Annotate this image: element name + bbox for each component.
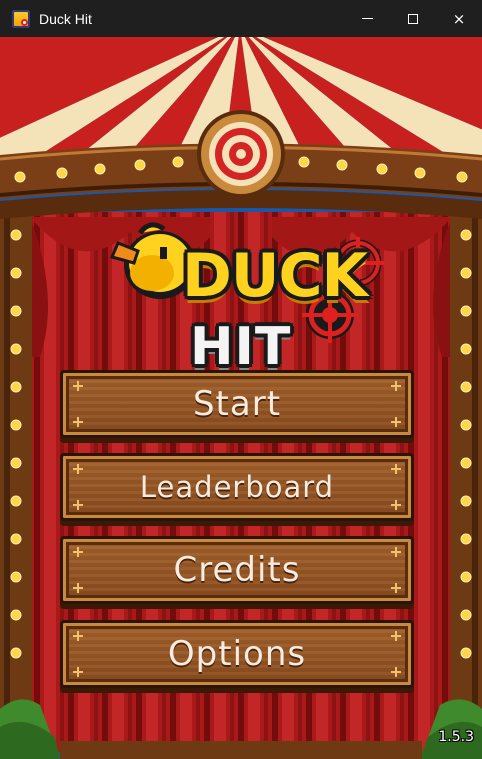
version-label: 1.5.3 <box>438 729 474 745</box>
rivet-icon <box>391 547 401 557</box>
title-bar[interactable]: Duck Hit × <box>0 0 482 37</box>
maximize-button[interactable] <box>390 0 436 37</box>
logo-title-line1: DUCK <box>182 241 368 311</box>
rivet-icon <box>73 547 83 557</box>
rivet-icon <box>73 500 83 510</box>
rivet-icon <box>391 583 401 593</box>
credits-button[interactable]: Credits <box>60 536 414 604</box>
game-canvas: DUCK HIT Start Leaderboard Credits Optio… <box>0 37 482 759</box>
rivet-icon <box>391 667 401 677</box>
window-title: Duck Hit <box>39 10 92 27</box>
maximize-icon <box>408 13 418 24</box>
logo-title-line2: HIT <box>190 317 292 377</box>
rivet-icon <box>391 464 401 474</box>
target-icon <box>197 110 285 198</box>
minimize-icon <box>361 17 373 20</box>
stage-floor <box>60 741 422 759</box>
game-window: Duck Hit × DUCK HIT Start Leaderboard Cr… <box>0 0 482 759</box>
window-controls: × <box>344 0 482 37</box>
rivet-icon <box>73 631 83 641</box>
credits-button-label: Credits <box>173 550 301 590</box>
minimize-button[interactable] <box>344 0 390 37</box>
rivet-icon <box>73 464 83 474</box>
options-button[interactable]: Options <box>60 620 414 688</box>
rivet-icon <box>73 583 83 593</box>
rivet-icon <box>391 381 401 391</box>
close-icon: × <box>452 9 466 28</box>
start-button-label: Start <box>192 384 282 424</box>
rivet-icon <box>391 631 401 641</box>
start-button[interactable]: Start <box>60 370 414 438</box>
leaderboard-button-label: Leaderboard <box>139 470 335 504</box>
app-icon <box>12 9 30 28</box>
rivet-icon <box>73 381 83 391</box>
rivet-icon <box>73 417 83 427</box>
leaderboard-button[interactable]: Leaderboard <box>60 453 414 521</box>
close-button[interactable]: × <box>436 0 482 37</box>
options-button-label: Options <box>167 634 307 674</box>
rivet-icon <box>391 500 401 510</box>
rivet-icon <box>391 417 401 427</box>
rivet-icon <box>73 667 83 677</box>
